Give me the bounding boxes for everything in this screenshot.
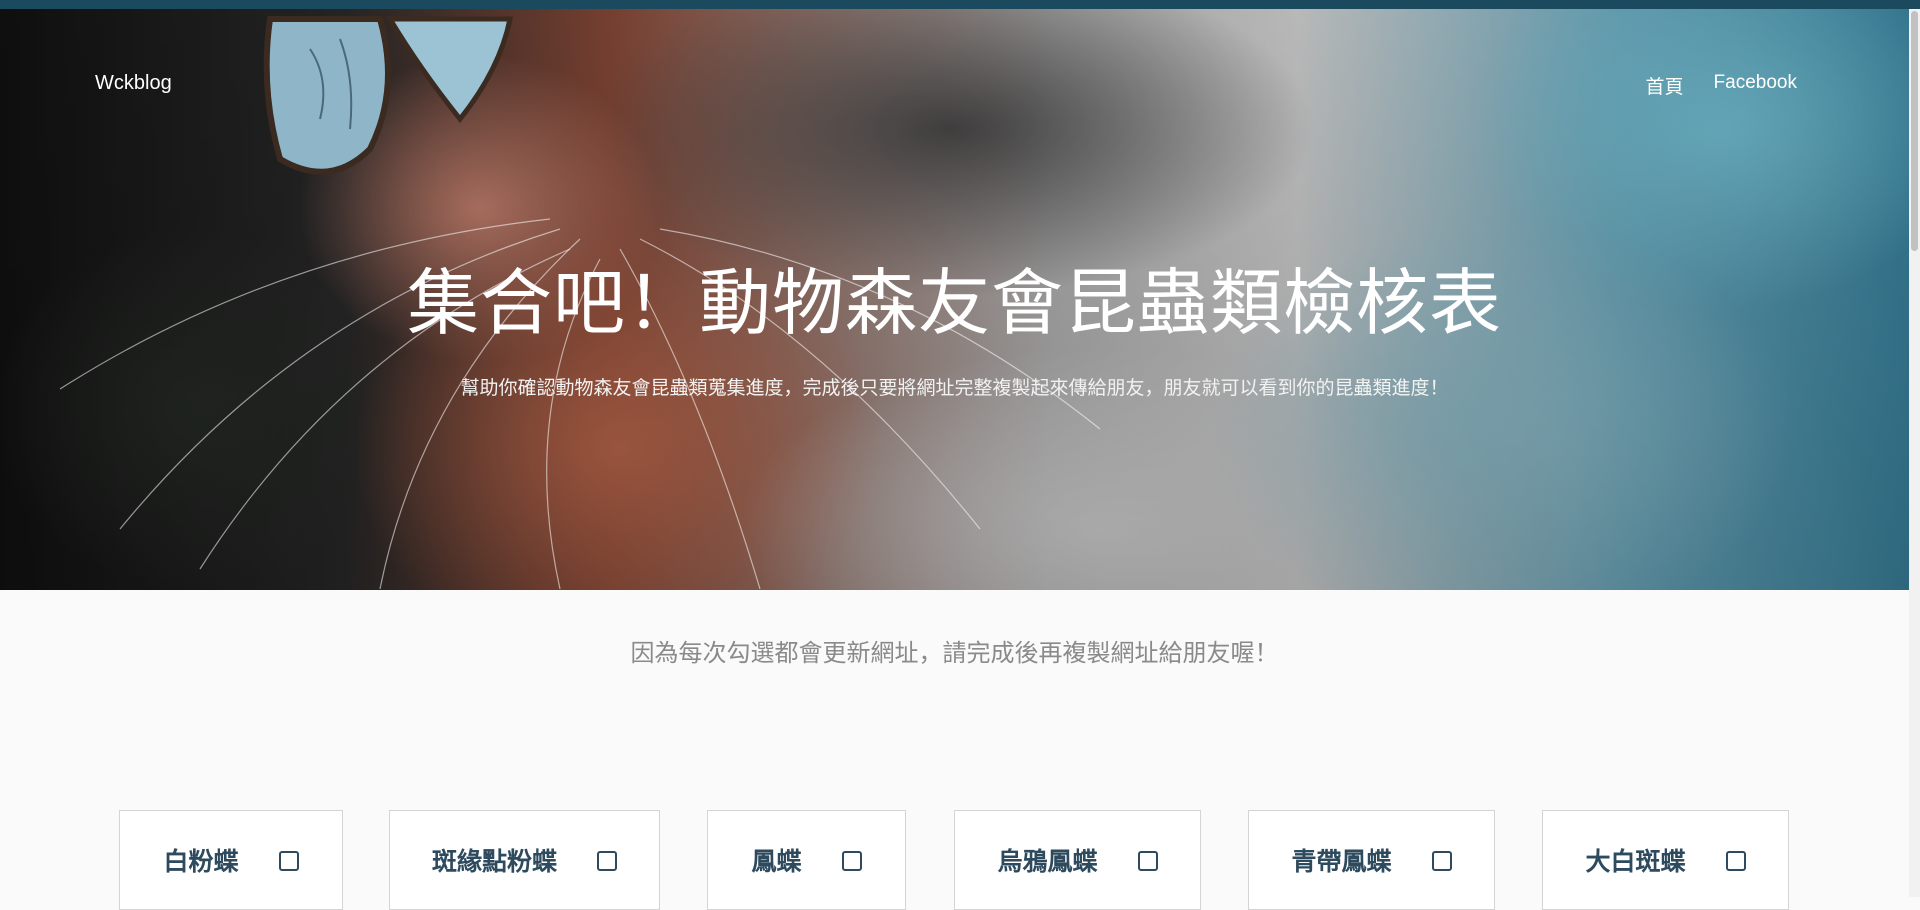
checkbox[interactable] — [278, 851, 299, 871]
insect-card-peacock-butterfly[interactable]: 烏鴉鳳蝶 — [954, 810, 1201, 910]
page-scrollbar[interactable] — [1909, 9, 1920, 897]
insect-card-agrias[interactable]: 青帶鳳蝶 — [1248, 810, 1495, 910]
brand-logo-link[interactable]: Wckblog — [95, 72, 172, 95]
page-title: 集合吧！動物森友會昆蟲類檢核表 — [406, 261, 1502, 345]
insect-name: 青帶鳳蝶 — [1291, 847, 1392, 876]
url-notice-text: 因為每次勾選都會更新網址，請完成後再複製網址給朋友喔！ — [630, 639, 1279, 667]
checkbox[interactable] — [841, 851, 862, 871]
checkbox[interactable] — [1431, 851, 1452, 871]
insect-card-white-butterfly[interactable]: 白粉蝶 — [119, 810, 343, 910]
scrollbar-thumb[interactable] — [1911, 11, 1918, 251]
insect-name: 大白斑蝶 — [1585, 847, 1686, 876]
insect-checklist: 白粉蝶 斑緣點粉蝶 鳳蝶 烏鴉鳳蝶 青帶鳳蝶 大白斑蝶 — [0, 810, 1909, 910]
insect-name: 白粉蝶 — [163, 847, 239, 876]
nav-link-home[interactable]: 首頁 — [1646, 72, 1684, 99]
insect-name: 烏鴉鳳蝶 — [997, 847, 1098, 876]
top-navbar: Wckblog 首頁 Facebook — [0, 69, 1909, 101]
insect-card-common-jezebel[interactable]: 斑緣點粉蝶 — [389, 810, 660, 910]
nav-link-facebook[interactable]: Facebook — [1714, 72, 1797, 99]
hero-banner: Wckblog 首頁 Facebook 集合吧！動物森友會昆蟲類檢核表 幫助你確… — [0, 9, 1909, 590]
page-subtitle: 幫助你確認動物森友會昆蟲類蒐集進度，完成後只要將網址完整複製起來傳給朋友，朋友就… — [460, 377, 1449, 399]
insect-name: 鳳蝶 — [751, 847, 802, 876]
checkbox[interactable] — [597, 851, 617, 871]
checkbox[interactable] — [1137, 851, 1158, 871]
insect-card-paper-kite[interactable]: 大白斑蝶 — [1542, 810, 1789, 910]
nav-links: 首頁 Facebook — [1646, 72, 1797, 99]
checkbox[interactable] — [1725, 851, 1746, 871]
top-accent-bar — [0, 0, 1920, 9]
insect-card-swallowtail[interactable]: 鳳蝶 — [707, 810, 906, 910]
insect-name: 斑緣點粉蝶 — [431, 847, 557, 876]
